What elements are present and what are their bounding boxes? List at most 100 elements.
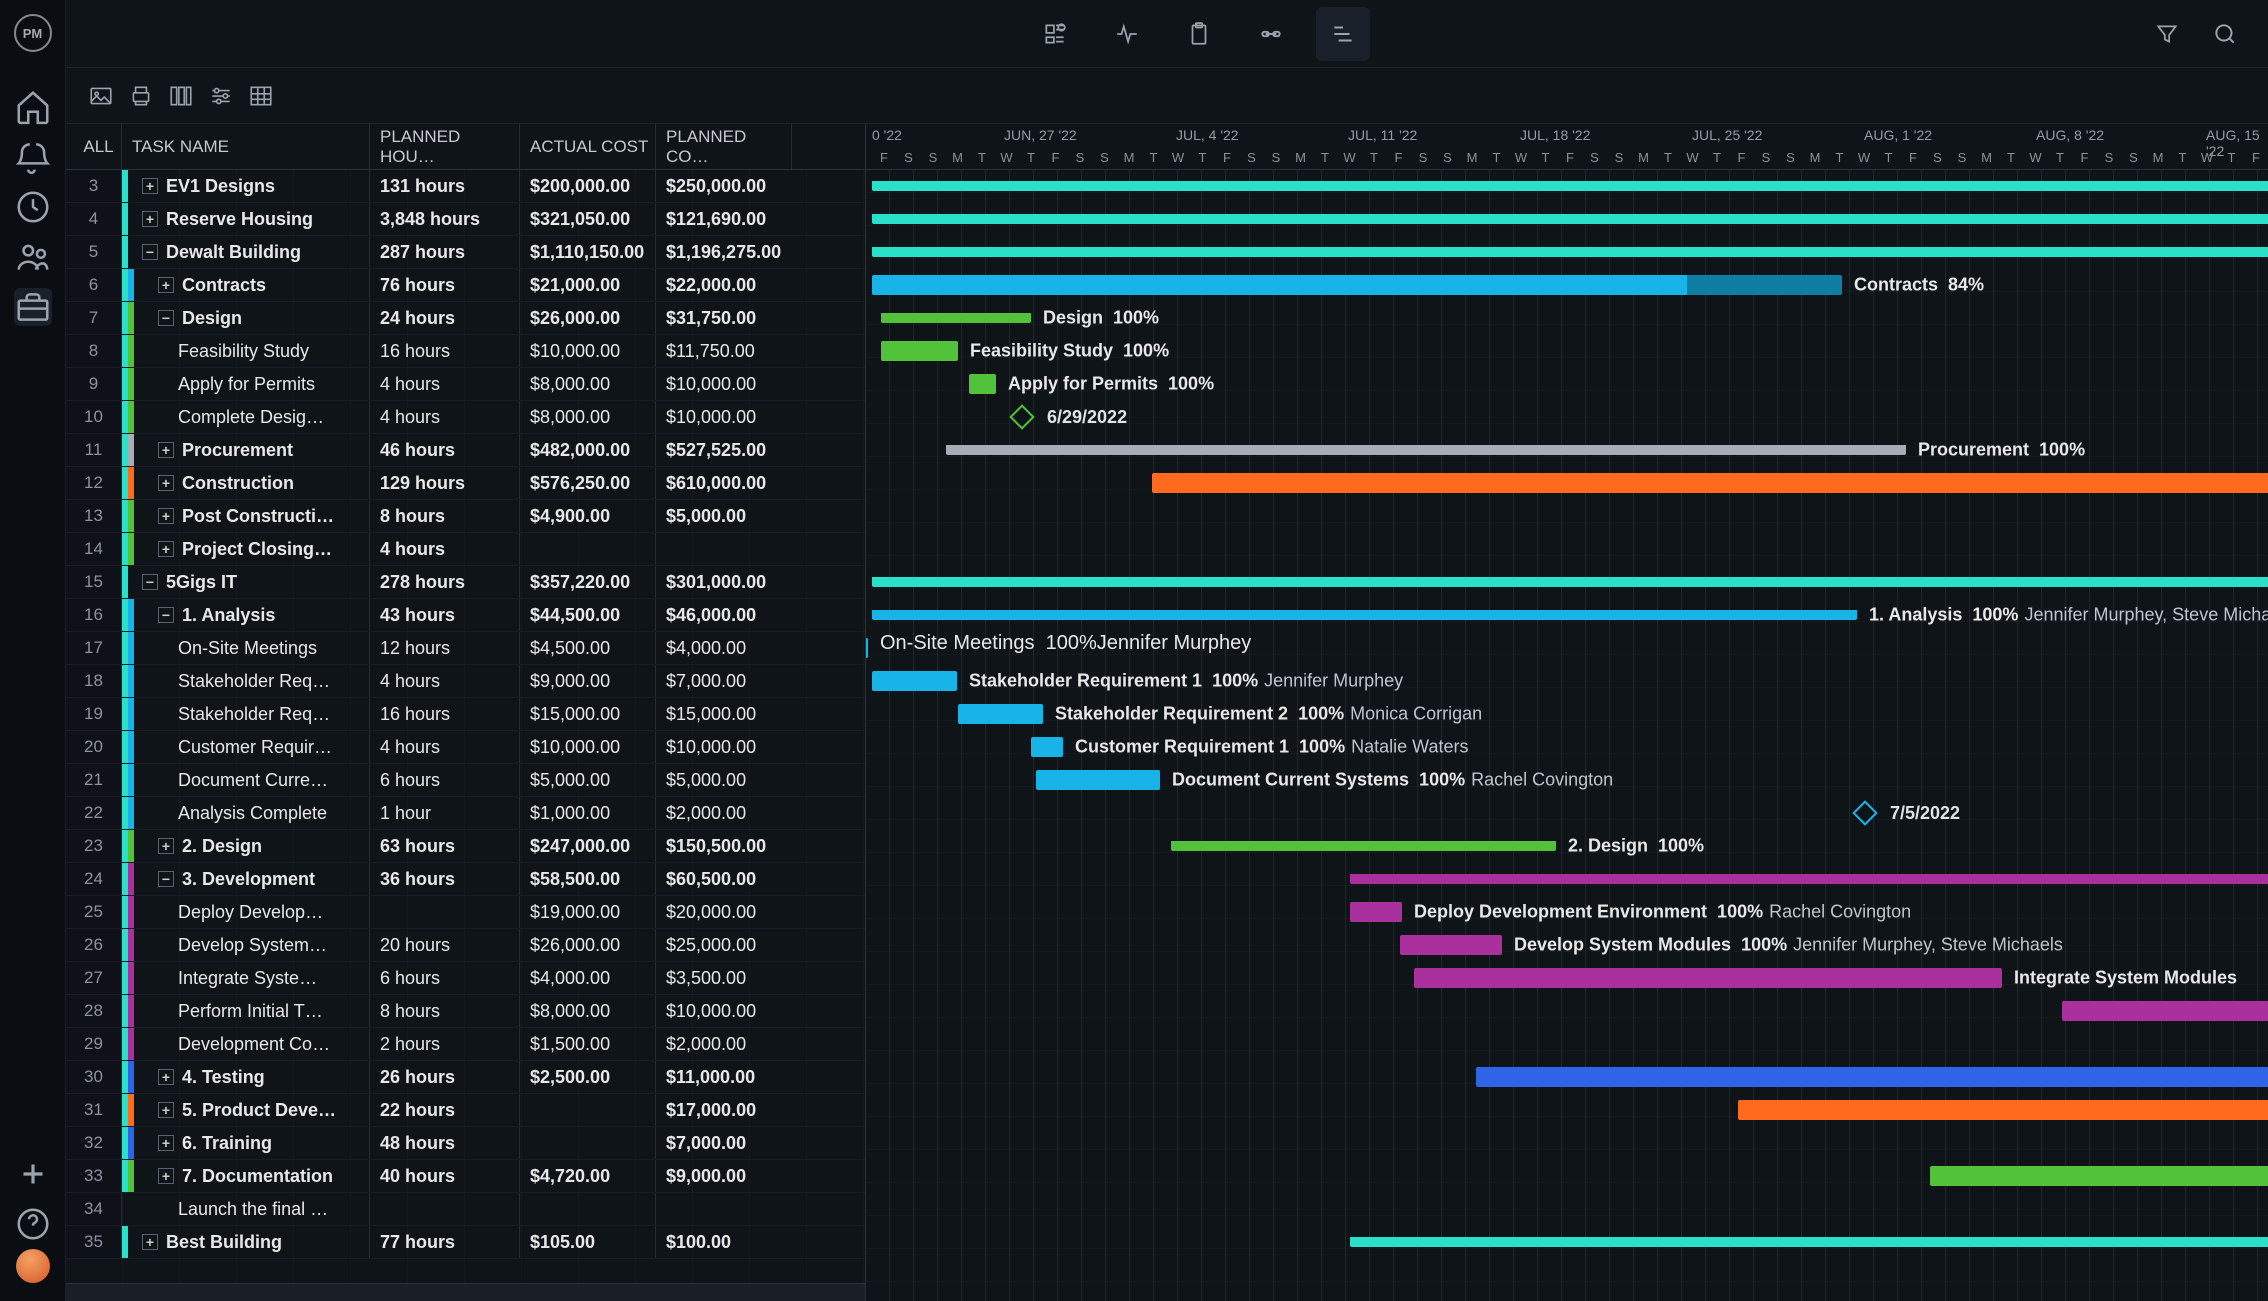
gantt-bar[interactable]: 2. Design 100% xyxy=(1171,841,1556,851)
horizontal-scrollbar[interactable] xyxy=(66,1283,865,1301)
expand-toggle[interactable]: − xyxy=(158,607,174,623)
gantt-row[interactable] xyxy=(866,236,2268,269)
table-row[interactable]: 30 +4. Testing 26 hours $2,500.00 $11,00… xyxy=(66,1061,865,1094)
gantt-row[interactable]: Stakeholder Requirement 2 100%Monica Cor… xyxy=(866,698,2268,731)
gantt-chart[interactable]: 0 '22JUN, 27 '22JUL, 4 '22JUL, 11 '22JUL… xyxy=(866,124,2268,1301)
app-logo[interactable]: PM xyxy=(14,14,52,52)
milestone-diamond[interactable] xyxy=(1009,404,1034,429)
gantt-bar[interactable]: Deploy Development Environment 100%Rache… xyxy=(1350,902,1402,922)
gantt-bar[interactable] xyxy=(1350,1237,2268,1247)
gantt-bar[interactable]: Stakeholder Requirement 1 100%Jennifer M… xyxy=(872,671,957,691)
expand-toggle[interactable]: + xyxy=(142,178,158,194)
table-row[interactable]: 24 −3. Development 36 hours $58,500.00 $… xyxy=(66,863,865,896)
table-row[interactable]: 34 Launch the final app xyxy=(66,1193,865,1226)
gantt-bar[interactable]: Develop System Modules 100%Jennifer Murp… xyxy=(1400,935,1502,955)
expand-toggle[interactable]: + xyxy=(158,475,174,491)
table-row[interactable]: 14 +Project Closing Pha… 4 hours xyxy=(66,533,865,566)
gantt-row[interactable] xyxy=(866,1094,2268,1127)
table-row[interactable]: 9 Apply for Permits 4 hours $8,000.00 $1… xyxy=(66,368,865,401)
gantt-bar[interactable]: Document Current Systems 100%Rachel Covi… xyxy=(1036,770,1160,790)
table-row[interactable]: 10 Complete Desig… 4 hours $8,000.00 $10… xyxy=(66,401,865,434)
expand-toggle[interactable]: + xyxy=(158,541,174,557)
link-icon[interactable] xyxy=(1244,7,1298,61)
table-row[interactable]: 4 +Reserve Housing 3,848 hours $321,050.… xyxy=(66,203,865,236)
table-row[interactable]: 31 +5. Product Develop… 22 hours $17,000… xyxy=(66,1094,865,1127)
expand-toggle[interactable]: − xyxy=(142,574,158,590)
gantt-row[interactable]: 1. Analysis 100%Jennifer Murphey, Steve … xyxy=(866,599,2268,632)
activity-icon[interactable] xyxy=(1100,7,1154,61)
print-icon[interactable] xyxy=(128,83,154,109)
table-row[interactable]: 12 +Construction 129 hours $576,250.00 $… xyxy=(66,467,865,500)
table-row[interactable]: 18 Stakeholder Req… 4 hours $9,000.00 $7… xyxy=(66,665,865,698)
table-row[interactable]: 17 On-Site Meetings 12 hours $4,500.00 $… xyxy=(66,632,865,665)
col-task-name[interactable]: TASK NAME xyxy=(122,124,370,169)
gantt-row[interactable] xyxy=(866,1226,2268,1259)
gantt-bar[interactable] xyxy=(872,577,2268,587)
settings-sliders-icon[interactable] xyxy=(208,83,234,109)
gantt-bar[interactable]: Contracts 84% xyxy=(872,275,1842,295)
gantt-row[interactable]: Procurement 100% xyxy=(866,434,2268,467)
col-planned-cost[interactable]: PLANNED CO… xyxy=(656,124,792,169)
table-row[interactable]: 11 +Procurement 46 hours $482,000.00 $52… xyxy=(66,434,865,467)
gantt-row[interactable] xyxy=(866,1160,2268,1193)
table-row[interactable]: 25 Deploy Develop… $19,000.00 $20,000.00 xyxy=(66,896,865,929)
image-icon[interactable] xyxy=(88,83,114,109)
help-icon[interactable] xyxy=(14,1205,52,1243)
gantt-bar[interactable] xyxy=(1930,1166,2268,1186)
gantt-view-icon[interactable] xyxy=(1316,7,1370,61)
table-row[interactable]: 5 −Dewalt Building 287 hours $1,110,150.… xyxy=(66,236,865,269)
table-row[interactable]: 32 +6. Training 48 hours $7,000.00 xyxy=(66,1127,865,1160)
gantt-bar[interactable] xyxy=(872,247,2268,257)
expand-toggle[interactable]: − xyxy=(158,871,174,887)
gantt-bar[interactable]: Stakeholder Requirement 2 100%Monica Cor… xyxy=(958,704,1043,724)
table-row[interactable]: 33 +7. Documentation 40 hours $4,720.00 … xyxy=(66,1160,865,1193)
table-row[interactable]: 21 Document Curre… 6 hours $5,000.00 $5,… xyxy=(66,764,865,797)
add-icon[interactable] xyxy=(14,1155,52,1193)
gantt-row[interactable]: Document Current Systems 100%Rachel Covi… xyxy=(866,764,2268,797)
col-all[interactable]: ALL xyxy=(66,124,122,169)
table-row[interactable]: 26 Develop System… 20 hours $26,000.00 $… xyxy=(66,929,865,962)
gantt-bar[interactable] xyxy=(1152,473,2268,493)
gantt-bar[interactable] xyxy=(1738,1100,2268,1120)
expand-toggle[interactable]: + xyxy=(158,508,174,524)
people-icon[interactable] xyxy=(14,238,52,276)
gantt-bar[interactable]: Design 100% xyxy=(881,313,1031,323)
gantt-bar[interactable]: Feasibility Study 100% xyxy=(881,341,958,361)
gantt-row[interactable] xyxy=(866,170,2268,203)
grid-icon[interactable] xyxy=(248,83,274,109)
table-row[interactable]: 35 +Best Building 77 hours $105.00 $100.… xyxy=(66,1226,865,1259)
table-row[interactable]: 29 Development Co… 2 hours $1,500.00 $2,… xyxy=(66,1028,865,1061)
gantt-row[interactable]: 6/29/2022 xyxy=(866,401,2268,434)
gantt-row[interactable]: Design 100% xyxy=(866,302,2268,335)
gantt-row[interactable]: Develop System Modules 100%Jennifer Murp… xyxy=(866,929,2268,962)
gantt-bar[interactable] xyxy=(872,181,2268,191)
gantt-bar[interactable] xyxy=(872,214,2268,224)
expand-toggle[interactable]: + xyxy=(158,1069,174,1085)
milestone-diamond[interactable] xyxy=(1852,800,1877,825)
gantt-row[interactable]: Apply for Permits 100% xyxy=(866,368,2268,401)
gantt-bar[interactable]: Procurement 100% xyxy=(946,445,1906,455)
table-row[interactable]: 8 Feasibility Study 16 hours $10,000.00 … xyxy=(66,335,865,368)
col-planned-hours[interactable]: PLANNED HOU… xyxy=(370,124,520,169)
gantt-row[interactable]: Integrate System Modules xyxy=(866,962,2268,995)
gantt-row[interactable]: Customer Requirement 1 100%Natalie Water… xyxy=(866,731,2268,764)
search-icon[interactable] xyxy=(2210,19,2240,49)
col-actual-cost[interactable]: ACTUAL COST xyxy=(520,124,656,169)
expand-toggle[interactable]: + xyxy=(158,1168,174,1184)
gantt-bar[interactable]: Customer Requirement 1 100%Natalie Water… xyxy=(1031,737,1063,757)
gantt-row[interactable] xyxy=(866,863,2268,896)
table-row[interactable]: 3 +EV1 Designs 131 hours $200,000.00 $25… xyxy=(66,170,865,203)
table-row[interactable]: 16 −1. Analysis 43 hours $44,500.00 $46,… xyxy=(66,599,865,632)
expand-toggle[interactable]: − xyxy=(158,310,174,326)
gantt-row[interactable] xyxy=(866,1193,2268,1226)
gantt-bar[interactable] xyxy=(1350,874,2268,884)
expand-toggle[interactable]: + xyxy=(158,838,174,854)
gantt-bar[interactable]: Apply for Permits 100% xyxy=(969,374,996,394)
table-row[interactable]: 7 −Design 24 hours $26,000.00 $31,750.00 xyxy=(66,302,865,335)
expand-toggle[interactable]: + xyxy=(142,211,158,227)
gantt-row[interactable]: Contracts 84% xyxy=(866,269,2268,302)
gantt-row[interactable]: On-Site Meetings 100%Jennifer Murphey xyxy=(866,632,2268,665)
gantt-row[interactable]: Stakeholder Requirement 1 100%Jennifer M… xyxy=(866,665,2268,698)
expand-toggle[interactable]: + xyxy=(158,277,174,293)
home-icon[interactable] xyxy=(14,88,52,126)
